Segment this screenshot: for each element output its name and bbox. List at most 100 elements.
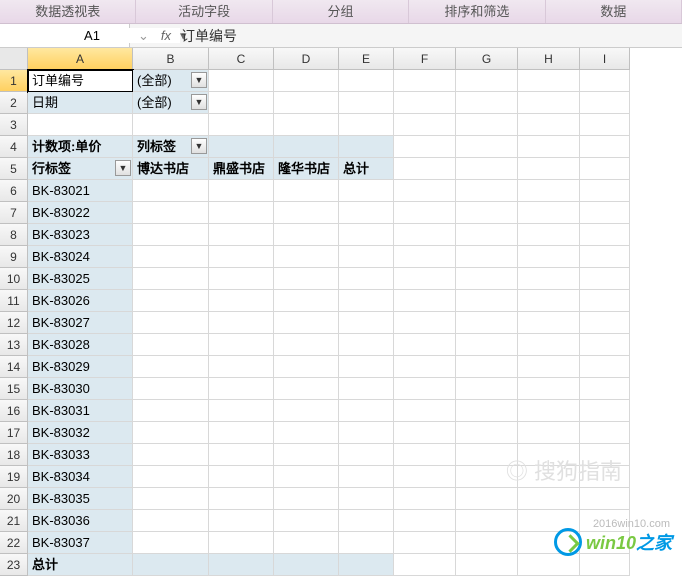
cell[interactable] <box>456 422 518 444</box>
cell[interactable] <box>274 136 339 158</box>
cell[interactable] <box>394 158 456 180</box>
cell[interactable] <box>209 532 274 554</box>
pivot-row-item[interactable]: BK-83035 <box>28 488 133 510</box>
row-header[interactable]: 10 <box>0 268 28 290</box>
cell[interactable] <box>274 202 339 224</box>
pivot-filter-value[interactable]: (全部)▼ <box>133 70 209 92</box>
cell[interactable] <box>580 378 630 400</box>
pivot-row-item[interactable]: BK-83024 <box>28 246 133 268</box>
cell[interactable] <box>339 268 394 290</box>
select-all-corner[interactable] <box>0 48 28 70</box>
row-header[interactable]: 19 <box>0 466 28 488</box>
column-header[interactable]: G <box>456 48 518 70</box>
cell[interactable] <box>580 158 630 180</box>
cell[interactable] <box>456 246 518 268</box>
cell[interactable] <box>456 114 518 136</box>
cell[interactable] <box>133 400 209 422</box>
cell[interactable] <box>518 554 580 576</box>
column-header[interactable]: E <box>339 48 394 70</box>
cell[interactable] <box>274 422 339 444</box>
pivot-row-item[interactable]: BK-83029 <box>28 356 133 378</box>
cell[interactable] <box>28 114 133 136</box>
cell[interactable] <box>580 356 630 378</box>
cell[interactable] <box>394 290 456 312</box>
cell[interactable] <box>339 422 394 444</box>
row-header[interactable]: 14 <box>0 356 28 378</box>
cell[interactable] <box>339 290 394 312</box>
cell[interactable] <box>394 554 456 576</box>
cell[interactable] <box>394 268 456 290</box>
ribbon-tab[interactable]: 排序和筛选 <box>409 0 545 23</box>
cell[interactable] <box>580 422 630 444</box>
row-header[interactable]: 9 <box>0 246 28 268</box>
pivot-row-item[interactable]: BK-83037 <box>28 532 133 554</box>
cell[interactable] <box>339 70 394 92</box>
cell[interactable] <box>518 268 580 290</box>
cell[interactable] <box>518 92 580 114</box>
cell[interactable] <box>133 422 209 444</box>
pivot-row-item[interactable]: BK-83031 <box>28 400 133 422</box>
cell[interactable] <box>274 400 339 422</box>
cell[interactable] <box>274 334 339 356</box>
cell[interactable] <box>209 378 274 400</box>
cell[interactable] <box>274 466 339 488</box>
pivot-row-item[interactable]: BK-83026 <box>28 290 133 312</box>
cell[interactable] <box>518 202 580 224</box>
row-header[interactable]: 3 <box>0 114 28 136</box>
row-header[interactable]: 7 <box>0 202 28 224</box>
ribbon-tab[interactable]: 活动字段 <box>136 0 272 23</box>
row-header[interactable]: 11 <box>0 290 28 312</box>
cell[interactable] <box>394 246 456 268</box>
row-header[interactable]: 15 <box>0 378 28 400</box>
pivot-col-header[interactable]: 隆华书店 <box>274 158 339 180</box>
cell[interactable] <box>580 114 630 136</box>
cell[interactable] <box>456 444 518 466</box>
cell[interactable] <box>209 356 274 378</box>
column-header[interactable]: I <box>580 48 630 70</box>
cell[interactable] <box>456 510 518 532</box>
cell[interactable] <box>456 70 518 92</box>
cell[interactable] <box>274 510 339 532</box>
cell[interactable] <box>274 114 339 136</box>
cell[interactable] <box>339 444 394 466</box>
ribbon-tab[interactable]: 数据 <box>546 0 682 23</box>
pivot-row-item[interactable]: BK-83025 <box>28 268 133 290</box>
cell[interactable] <box>274 488 339 510</box>
column-header[interactable]: D <box>274 48 339 70</box>
cell[interactable] <box>209 444 274 466</box>
cell[interactable] <box>133 290 209 312</box>
name-box[interactable]: ▾ <box>0 24 130 47</box>
cell[interactable] <box>133 268 209 290</box>
cell[interactable] <box>580 444 630 466</box>
cell[interactable] <box>339 224 394 246</box>
cell[interactable] <box>339 488 394 510</box>
cell[interactable] <box>394 422 456 444</box>
cell[interactable] <box>394 532 456 554</box>
cell[interactable] <box>133 312 209 334</box>
cell[interactable] <box>456 554 518 576</box>
cell[interactable] <box>580 202 630 224</box>
cell[interactable] <box>518 224 580 246</box>
cell[interactable] <box>580 246 630 268</box>
cell[interactable] <box>394 356 456 378</box>
cell[interactable] <box>209 92 274 114</box>
cell[interactable] <box>394 136 456 158</box>
pivot-row-item[interactable]: BK-83027 <box>28 312 133 334</box>
pivot-col-header[interactable]: 博达书店 <box>133 158 209 180</box>
cell[interactable] <box>580 554 630 576</box>
cell[interactable] <box>209 422 274 444</box>
cell[interactable] <box>518 444 580 466</box>
cell[interactable] <box>580 290 630 312</box>
cell[interactable] <box>580 312 630 334</box>
cell[interactable] <box>518 180 580 202</box>
row-header[interactable]: 17 <box>0 422 28 444</box>
cell[interactable] <box>339 92 394 114</box>
cell[interactable] <box>580 488 630 510</box>
cell[interactable] <box>394 444 456 466</box>
pivot-col-header[interactable]: 鼎盛书店 <box>209 158 274 180</box>
dropdown-icon[interactable]: ▼ <box>191 138 207 154</box>
row-header[interactable]: 4 <box>0 136 28 158</box>
pivot-row-item[interactable]: BK-83033 <box>28 444 133 466</box>
pivot-filter-label[interactable]: 日期 <box>28 92 133 114</box>
cell[interactable] <box>209 180 274 202</box>
